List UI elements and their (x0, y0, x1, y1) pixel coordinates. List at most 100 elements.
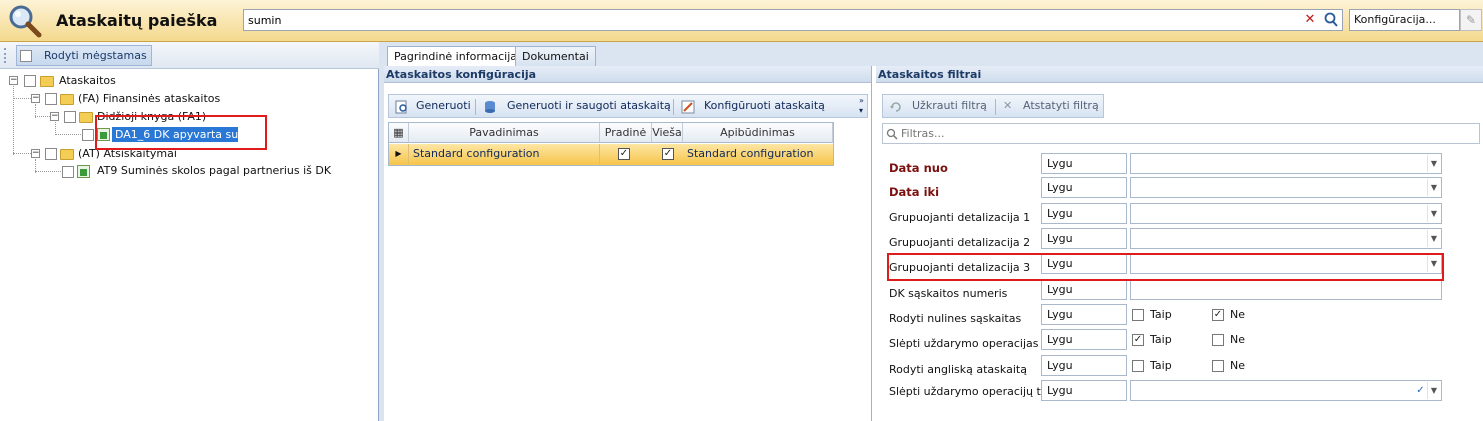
tree-checkbox[interactable] (64, 111, 76, 123)
tab-main-info[interactable]: Pagrindinė informacija (387, 46, 525, 67)
load-filter-button[interactable]: Užkrauti filtrą (912, 99, 987, 112)
filter-label: Data nuo (889, 161, 948, 175)
grid-corner-icon[interactable]: ▦ (389, 123, 409, 143)
yes-label: Taip (1150, 333, 1172, 346)
no-checkbox[interactable]: ✓ (1212, 309, 1224, 321)
filter-operator[interactable]: Lygu (1041, 380, 1127, 401)
tree-checkbox[interactable] (24, 75, 36, 87)
filter-operator[interactable]: Lygu (1041, 329, 1127, 350)
column-header[interactable]: Vieša (652, 123, 683, 143)
configuration-toolbar: Generuoti Generuoti ir saugoti ataskaitą… (388, 94, 868, 118)
filters-toolbar: Užkrauti filtrą ✕ Atstatyti filtrą (882, 94, 1104, 118)
configure-button[interactable]: Konfigūruoti ataskaitą (704, 99, 825, 112)
report-tree-panel: Rodyti mėgstamas − Ataskaitos − (FA) Fin… (0, 42, 379, 421)
show-favorites-button[interactable]: Rodyti mėgstamas (16, 45, 152, 66)
initial-checkbox[interactable]: ✓ (618, 148, 630, 160)
generate-icon (395, 100, 407, 114)
reset-filter-icon: ✕ (1003, 99, 1013, 112)
search-box[interactable] (243, 9, 1343, 31)
chevron-down-icon[interactable]: ▼ (1427, 179, 1440, 196)
filter-value-dropdown[interactable]: ▼ (1130, 228, 1442, 249)
tree-line (35, 171, 61, 172)
no-label: Ne (1230, 333, 1245, 346)
configuration-dropdown[interactable]: Konfigūracija... (1349, 9, 1460, 31)
tree-checkbox[interactable] (82, 129, 94, 141)
no-checkbox[interactable] (1212, 360, 1224, 372)
show-favorites-label: Rodyti mėgstamas (44, 49, 147, 62)
column-header[interactable]: Apibūdinimas (683, 123, 833, 143)
folder-icon (79, 112, 93, 123)
tree-item-label[interactable]: Ataskaitos (59, 74, 116, 87)
chevron-down-icon[interactable]: ▼ (1427, 155, 1440, 172)
filter-operator[interactable]: Lygu (1041, 304, 1127, 325)
chevron-down-icon[interactable]: ▼ (1427, 230, 1440, 247)
filter-operator[interactable]: Lygu (1041, 153, 1127, 174)
tree-item-label[interactable]: (FA) Finansinės ataskaitos (78, 92, 220, 105)
filter-value-dropdown[interactable]: ▼ (1130, 177, 1442, 198)
filter-operator[interactable]: Lygu (1041, 355, 1127, 376)
filter-label: Slėpti uždarymo operacijas (889, 337, 1039, 350)
folder-icon (60, 94, 74, 105)
search-icon[interactable] (1322, 11, 1340, 29)
toolbar-separator (995, 99, 996, 115)
no-checkbox[interactable] (1212, 334, 1224, 346)
collapse-toggle[interactable]: − (31, 94, 40, 103)
toolbar-separator (475, 99, 476, 115)
filter-operator[interactable]: Lygu (1041, 279, 1127, 300)
yes-checkbox[interactable] (1132, 360, 1144, 372)
search-input[interactable] (248, 12, 1298, 28)
yes-checkbox[interactable]: ✓ (1132, 334, 1144, 346)
collapse-toggle[interactable]: − (9, 76, 18, 85)
filter-label: Grupuojanti detalizacija 1 (889, 211, 1031, 224)
yes-label: Taip (1150, 308, 1172, 321)
filter-label: Data iki (889, 185, 940, 199)
filter-label: Grupuojanti detalizacija 2 (889, 236, 1031, 249)
collapse-toggle[interactable]: − (50, 112, 59, 121)
filter-value-dropdown[interactable]: ▼ (1130, 153, 1442, 174)
filter-value-dropdown[interactable]: ▼ (1130, 203, 1442, 224)
generate-save-button[interactable]: Generuoti ir saugoti ataskaitą (507, 99, 671, 112)
tree-checkbox[interactable] (45, 148, 57, 160)
tab-bar: Pagrindinė informacija Dokumentai (384, 42, 1483, 67)
app-header: Ataskaitų paieška ✕ Konfigūracija... ✎ (0, 0, 1483, 42)
tree-item-label[interactable]: AT9 Suminės skolos pagal partnerius iš D… (97, 164, 331, 177)
check-icon[interactable]: ✓ (1414, 382, 1427, 399)
column-header[interactable]: Pavadinimas (409, 123, 600, 143)
grid-cell-name[interactable]: Standard configuration (413, 144, 600, 164)
reset-filter-button[interactable]: Atstatyti filtrą (1023, 99, 1099, 112)
toolbar-grip[interactable] (4, 48, 7, 63)
filter-search-box[interactable] (882, 123, 1480, 144)
clear-search-icon[interactable]: ✕ (1301, 11, 1319, 29)
toolbar-overflow-icon[interactable]: » ▾ (859, 96, 867, 116)
filter-label: Slėpti uždarymo operacijų tipus (889, 385, 1064, 398)
filter-operator[interactable]: Lygu (1041, 228, 1127, 249)
no-label: Ne (1230, 308, 1245, 321)
tree-line (13, 153, 31, 154)
filter-search-input[interactable] (901, 126, 1461, 141)
filter-value-input[interactable] (1130, 279, 1442, 300)
filter-value-multiselect[interactable]: ✓ ▼ (1130, 380, 1442, 401)
toolbar-separator (673, 99, 674, 115)
show-favorites-checkbox[interactable] (20, 50, 32, 62)
folder-icon (60, 149, 74, 160)
yes-checkbox[interactable] (1132, 309, 1144, 321)
database-icon (485, 101, 495, 113)
chevron-down-icon[interactable]: ▼ (1427, 205, 1440, 222)
collapse-toggle[interactable]: − (31, 149, 40, 158)
grid-cell-description[interactable]: Standard configuration (687, 144, 833, 164)
load-filter-icon (890, 102, 901, 112)
tree-checkbox[interactable] (45, 93, 57, 105)
wrench-icon[interactable]: ✎ (1460, 9, 1482, 31)
search-icon (886, 128, 898, 140)
chevron-down-icon[interactable]: ▼ (1427, 382, 1440, 399)
filters-panel: Ataskaitos filtrai Užkrauti filtrą ✕ Ats… (876, 66, 1483, 421)
generate-button[interactable]: Generuoti (416, 99, 471, 112)
filter-operator[interactable]: Lygu (1041, 203, 1127, 224)
public-checkbox[interactable]: ✓ (662, 148, 674, 160)
column-header[interactable]: Pradinė (600, 123, 652, 143)
filter-operator[interactable]: Lygu (1041, 177, 1127, 198)
tree-line (55, 134, 81, 135)
no-label: Ne (1230, 359, 1245, 372)
tree-checkbox[interactable] (62, 166, 74, 178)
tab-documents[interactable]: Dokumentai (515, 46, 596, 67)
